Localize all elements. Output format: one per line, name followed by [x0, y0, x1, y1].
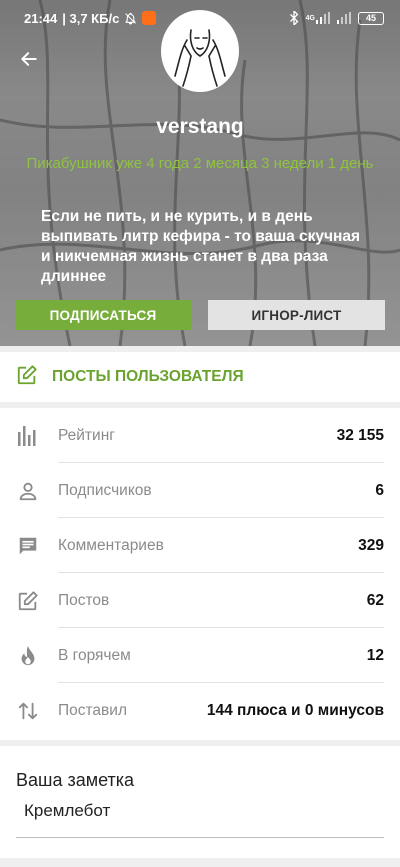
user-posts-label: ПОСТЫ ПОЛЬЗОВАТЕЛЯ — [52, 368, 244, 385]
swap-vertical-icon — [16, 699, 40, 723]
stat-row-hot: В горячем 12 — [0, 628, 400, 683]
arrow-left-icon — [21, 52, 37, 66]
note-card: Ваша заметка Кремлебот — [0, 746, 400, 858]
signal-icon: 4G — [306, 12, 330, 24]
stat-value: 62 — [366, 591, 384, 609]
edit-icon — [16, 589, 40, 613]
comment-icon — [16, 534, 40, 558]
battery-level: 45 — [365, 13, 376, 23]
bell-off-icon — [124, 12, 137, 25]
stat-label: Постов — [58, 591, 110, 609]
note-underline — [16, 837, 384, 838]
stat-row-posts: Постов 62 — [0, 573, 400, 628]
user-posts-link[interactable]: ПОСТЫ ПОЛЬЗОВАТЕЛЯ — [0, 352, 400, 402]
stat-value: 329 — [358, 536, 384, 554]
person-icon — [16, 479, 40, 503]
stat-value: 6 — [375, 481, 384, 499]
app-notification-icon — [142, 11, 157, 25]
profile-username: verstang — [156, 115, 244, 138]
subscribe-button[interactable]: ПОДПИСАТЬСЯ — [15, 300, 191, 330]
stat-label: Комментариев — [58, 536, 164, 554]
stat-label: В горячем — [58, 646, 131, 664]
flame-icon — [16, 644, 40, 668]
note-title: Ваша заметка — [16, 770, 135, 790]
bluetooth-icon — [289, 11, 299, 25]
battery-icon: 45 — [358, 11, 384, 25]
stat-value: 32 155 — [336, 426, 384, 444]
stat-row-votes: Поставил 144 плюса и 0 минусов — [0, 683, 400, 738]
stat-row-rating: Рейтинг 32 155 — [0, 408, 400, 463]
status-net-speed: | 3,7 КБ/с — [62, 10, 120, 26]
note-input[interactable]: Кремлебот — [24, 801, 110, 821]
profile-member-since: Пикабушник уже 4 года 2 месяца 3 недели … — [26, 155, 374, 172]
signal-2-icon — [337, 12, 351, 24]
stat-row-subscribers: Подписчиков 6 — [0, 463, 400, 518]
bar-chart-icon — [16, 424, 40, 448]
stat-value: 12 — [366, 646, 384, 664]
stat-row-comments: Комментариев 329 — [0, 518, 400, 573]
back-button[interactable] — [14, 44, 44, 74]
stat-value: 144 плюса и 0 минусов — [206, 701, 384, 719]
signal-label: 4G — [305, 14, 315, 22]
status-time: 21:44 — [24, 10, 58, 26]
edit-icon — [16, 364, 38, 391]
stat-label: Поставил — [58, 701, 127, 719]
stats-card: Рейтинг 32 155 Подписчиков 6 Комментарие… — [0, 408, 400, 740]
stat-label: Подписчиков — [58, 481, 152, 499]
avatar[interactable] — [161, 10, 239, 92]
stat-label: Рейтинг — [58, 426, 115, 444]
profile-bio: Если не пить, и не курить, и в день выпи… — [41, 208, 361, 285]
ignore-list-button[interactable]: ИГНОР-ЛИСТ — [208, 300, 385, 330]
